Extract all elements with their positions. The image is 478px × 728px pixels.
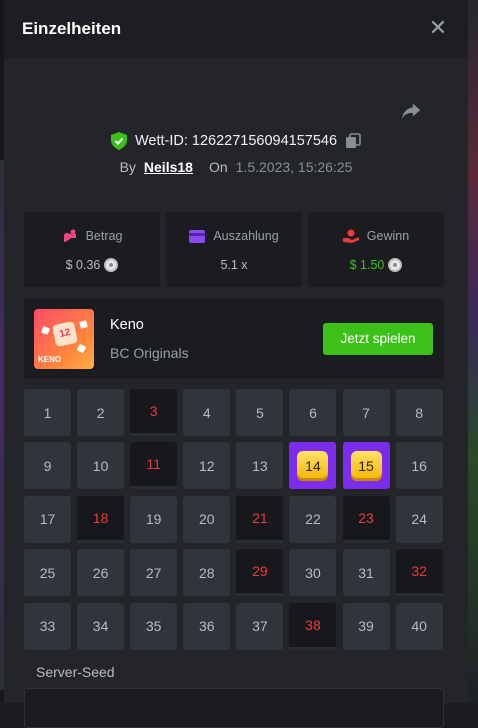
server-seed-label: Server-Seed bbox=[36, 664, 115, 680]
stat-amount: Betrag $ 0.36 bbox=[24, 212, 160, 287]
keno-cell-drawn[interactable]: 21 bbox=[236, 496, 283, 543]
keno-cell[interactable]: 36 bbox=[183, 603, 230, 650]
keno-cell-drawn[interactable]: 11 bbox=[130, 442, 177, 489]
tile-icon bbox=[41, 326, 50, 335]
stat-payout: Auszahlung 5.1 x bbox=[166, 212, 302, 287]
copy-icon[interactable] bbox=[345, 133, 361, 149]
keno-cell[interactable]: 5 bbox=[236, 389, 283, 436]
keno-cell[interactable]: 33 bbox=[24, 603, 71, 650]
tile-icon bbox=[79, 320, 88, 329]
keno-cell[interactable]: 17 bbox=[24, 496, 71, 543]
keno-number-grid: 1234567891011121314151617181920212223242… bbox=[24, 389, 444, 650]
keno-cell[interactable]: 16 bbox=[396, 442, 443, 489]
keno-cell[interactable]: 24 bbox=[396, 496, 443, 543]
keno-cell[interactable]: 40 bbox=[396, 603, 443, 650]
game-card: 12 KENO Keno BC Originals Jetzt spielen bbox=[24, 299, 444, 379]
keno-cell-drawn[interactable]: 32 bbox=[396, 549, 443, 596]
coin-icon bbox=[104, 258, 118, 272]
gem-icon: 14 bbox=[297, 451, 328, 481]
stat-amount-label: Betrag bbox=[86, 229, 123, 243]
keno-cell[interactable]: 20 bbox=[183, 496, 230, 543]
keno-thumb-label: KENO bbox=[38, 355, 61, 364]
keno-thumbnail[interactable]: 12 KENO bbox=[34, 309, 94, 369]
keno-cell[interactable]: 6 bbox=[289, 389, 336, 436]
by-label: By bbox=[120, 159, 136, 175]
stat-payout-label: Auszahlung bbox=[213, 229, 278, 243]
game-name: Keno bbox=[110, 317, 144, 333]
stat-payout-value: 5.1 x bbox=[220, 258, 247, 272]
username-link[interactable]: Neils18 bbox=[144, 159, 193, 175]
keno-cell[interactable]: 7 bbox=[343, 389, 390, 436]
wallet-icon bbox=[189, 230, 205, 243]
keno-cell[interactable]: 26 bbox=[77, 549, 124, 596]
coin-icon bbox=[388, 258, 402, 272]
shield-check-icon bbox=[111, 132, 127, 150]
bet-author-row: By Neils18 On 1.5.2023, 15:26:25 bbox=[4, 157, 468, 177]
keno-cell[interactable]: 22 bbox=[289, 496, 336, 543]
keno-cell[interactable]: 27 bbox=[130, 549, 177, 596]
stat-profit: Gewinn $ 1.50 bbox=[308, 212, 444, 287]
keno-cell[interactable]: 8 bbox=[396, 389, 443, 436]
bet-date: 1.5.2023, 15:26:25 bbox=[236, 159, 353, 175]
keno-ball-icon: 12 bbox=[52, 321, 78, 347]
bet-id-value: 126227156094157546 bbox=[192, 133, 337, 149]
close-icon[interactable]: ✕ bbox=[426, 16, 450, 40]
on-label: On bbox=[209, 159, 228, 175]
tile-icon bbox=[77, 344, 87, 354]
keno-cell[interactable]: 31 bbox=[343, 549, 390, 596]
modal-title: Einzelheiten bbox=[22, 19, 121, 39]
modal-header: Einzelheiten ✕ bbox=[4, 0, 468, 58]
keno-cell[interactable]: 9 bbox=[24, 442, 71, 489]
stat-profit-label: Gewinn bbox=[367, 229, 409, 243]
money-bag-icon bbox=[62, 229, 78, 243]
keno-cell[interactable]: 12 bbox=[183, 442, 230, 489]
keno-cell[interactable]: 39 bbox=[343, 603, 390, 650]
keno-cell-drawn[interactable]: 29 bbox=[236, 549, 283, 596]
play-now-button[interactable]: Jetzt spielen bbox=[323, 323, 433, 355]
share-icon[interactable] bbox=[400, 100, 422, 122]
keno-cell[interactable]: 2 bbox=[77, 389, 124, 436]
server-seed-field[interactable] bbox=[24, 688, 444, 728]
keno-cell[interactable]: 37 bbox=[236, 603, 283, 650]
keno-cell[interactable]: 13 bbox=[236, 442, 283, 489]
keno-cell[interactable]: 1 bbox=[24, 389, 71, 436]
keno-cell-hit[interactable]: 15 bbox=[343, 442, 390, 489]
bet-details-modal: Einzelheiten ✕ Wett-ID: 1262271560941575… bbox=[4, 0, 468, 703]
keno-cell-hit[interactable]: 14 bbox=[289, 442, 336, 489]
stat-profit-value: $ 1.50 bbox=[350, 258, 385, 272]
keno-cell[interactable]: 25 bbox=[24, 549, 71, 596]
keno-cell[interactable]: 28 bbox=[183, 549, 230, 596]
keno-cell[interactable]: 19 bbox=[130, 496, 177, 543]
bet-id-label: Wett-ID: bbox=[135, 133, 188, 149]
keno-cell[interactable]: 10 bbox=[77, 442, 124, 489]
keno-cell[interactable]: 34 bbox=[77, 603, 124, 650]
game-provider: BC Originals bbox=[110, 345, 189, 361]
keno-cell[interactable]: 35 bbox=[130, 603, 177, 650]
stat-amount-value: $ 0.36 bbox=[66, 258, 101, 272]
keno-cell-drawn[interactable]: 38 bbox=[289, 603, 336, 650]
hand-coin-icon bbox=[343, 229, 359, 243]
gem-icon: 15 bbox=[351, 451, 382, 481]
bet-stats: Betrag $ 0.36 Auszahlung 5.1 x bbox=[24, 212, 444, 287]
keno-cell-drawn[interactable]: 23 bbox=[343, 496, 390, 543]
bet-id-row: Wett-ID: 126227156094157546 bbox=[4, 130, 468, 152]
keno-cell[interactable]: 4 bbox=[183, 389, 230, 436]
keno-cell-drawn[interactable]: 18 bbox=[77, 496, 124, 543]
keno-cell-drawn[interactable]: 3 bbox=[130, 389, 177, 436]
keno-cell[interactable]: 30 bbox=[289, 549, 336, 596]
